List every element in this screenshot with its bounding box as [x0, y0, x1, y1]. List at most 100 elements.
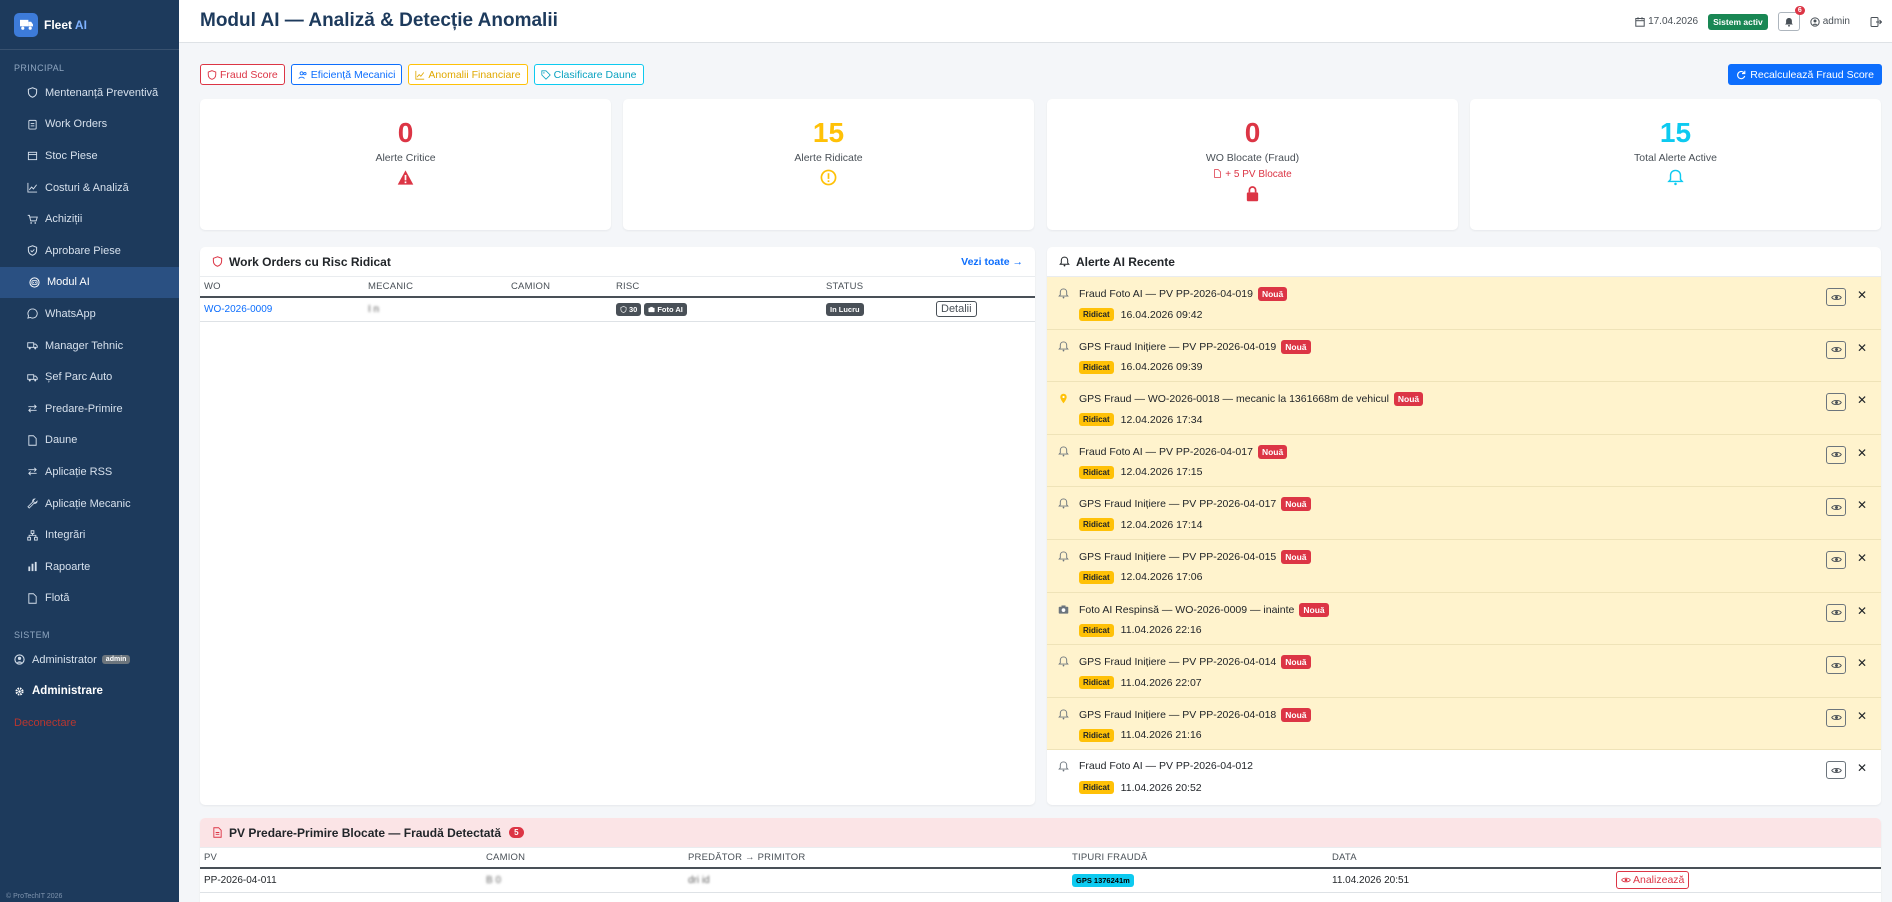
- sidebar-item-integrări[interactable]: Integrări: [0, 519, 179, 551]
- dismiss-alert-button[interactable]: ✕: [1857, 393, 1867, 407]
- dismiss-alert-button[interactable]: ✕: [1857, 604, 1867, 618]
- sidebar-item-administrare[interactable]: Administrare: [0, 676, 179, 708]
- whatsapp-icon: [27, 308, 38, 320]
- sidebar-item-label: Rapoarte: [45, 560, 91, 573]
- sidebar-item-whatsapp[interactable]: WhatsApp: [0, 298, 179, 330]
- robot-icon: [29, 277, 40, 288]
- table-row[interactable]: WO-2026-0009 I n 30 Foto AI In Lucru Deta…: [200, 297, 1035, 322]
- sidebar-item-flotă[interactable]: Flotă: [0, 583, 179, 615]
- alert-item[interactable]: Foto AI Respinsă — WO-2026-0009 — inaint…: [1047, 592, 1881, 646]
- sidebar-item-label: Manager Tehnic: [45, 339, 124, 352]
- alert-title-text: GPS Fraud Inițiere — PV PP-2026-04-017: [1079, 498, 1277, 511]
- eye-icon: [1830, 662, 1842, 668]
- sidebar-item-predare-primire[interactable]: Predare-Primire: [0, 393, 179, 425]
- alert-title-text: GPS Fraud Inițiere — PV PP-2026-04-018: [1079, 708, 1277, 721]
- stat-icon: [1470, 169, 1881, 189]
- alert-item[interactable]: GPS Fraud Inițiere — PV PP-2026-04-014 No…: [1047, 645, 1881, 698]
- dismiss-alert-button[interactable]: ✕: [1857, 709, 1867, 723]
- alert-type-icon: [1058, 709, 1069, 723]
- user-circle-icon: [1810, 16, 1820, 27]
- alert-item[interactable]: GPS Fraud Inițiere — PV PP-2026-04-018 No…: [1047, 697, 1881, 751]
- alert-item[interactable]: GPS Fraud Inițiere — PV PP-2026-04-015 No…: [1047, 539, 1881, 593]
- camion-cell: [507, 297, 612, 322]
- alert-meta: Ridicat 12.04.2026 17:06: [1079, 570, 1202, 584]
- bell-icon: [1058, 709, 1069, 720]
- sidebar-item-label: Șef Parc Auto: [45, 371, 113, 384]
- sidebar-item-aplicație-rss[interactable]: Aplicație RSS: [0, 456, 179, 488]
- alert-item[interactable]: GPS Fraud Inițiere — PV PP-2026-04-019 No…: [1047, 329, 1881, 383]
- recalculate-label: Recalculează Fraud Score: [1750, 68, 1874, 81]
- view-alert-button[interactable]: [1826, 656, 1846, 675]
- alert-item[interactable]: GPS Fraud Inițiere — PV PP-2026-04-017 No…: [1047, 487, 1881, 540]
- view-alert-button[interactable]: [1826, 708, 1846, 727]
- view-alert-button[interactable]: [1826, 288, 1846, 306]
- tab-anomalii-financiare[interactable]: Anomalii Financiare: [408, 64, 528, 85]
- sidebar-item-label: Integrări: [45, 529, 86, 542]
- view-alert-button[interactable]: [1826, 603, 1846, 622]
- fraud-type-cell: GPS 1376241m: [1068, 868, 1328, 893]
- logout-button[interactable]: [1870, 16, 1882, 28]
- logout-link[interactable]: Deconectare: [0, 707, 179, 739]
- dismiss-alert-button[interactable]: ✕: [1857, 446, 1867, 460]
- brand[interactable]: Fleet AI: [0, 0, 179, 50]
- see-all-link[interactable]: Vezi toate →: [961, 256, 1023, 268]
- sidebar-item-administrator[interactable]: Administrator admin: [0, 644, 179, 676]
- tab-eficiență-mecanici[interactable]: Eficiență Mecanici: [290, 64, 403, 85]
- new-badge: Nouă: [1281, 339, 1311, 354]
- sidebar-item-mentenanță-preventivă[interactable]: Mentenanță Preventivă: [0, 77, 179, 109]
- recalculate-fraud-score-button[interactable]: Recalculează Fraud Score: [1728, 64, 1882, 85]
- details-button[interactable]: Detalii: [936, 301, 977, 318]
- analyze-button[interactable]: Analizează: [1616, 871, 1690, 890]
- view-alert-button[interactable]: [1826, 550, 1846, 569]
- tab-fraud-score[interactable]: Fraud Score: [200, 64, 285, 85]
- wo-cell[interactable]: WO-2026-0009: [200, 297, 364, 322]
- sidebar-item-șef-parc-auto[interactable]: Șef Parc Auto: [0, 361, 179, 393]
- sidebar-item-achiziții[interactable]: Achiziții: [0, 203, 179, 235]
- dismiss-alert-button[interactable]: ✕: [1857, 341, 1867, 355]
- bell-icon: [1058, 551, 1069, 562]
- alert-title: Fraud Foto AI — PV PP-2026-04-017 Nouă: [1079, 444, 1288, 459]
- alert-time: 11.04.2026 20:52: [1120, 781, 1202, 794]
- alert-time: 11.04.2026 21:16: [1120, 729, 1202, 742]
- dismiss-alert-button[interactable]: ✕: [1857, 656, 1867, 670]
- eye-icon: [1830, 767, 1842, 773]
- view-alert-button[interactable]: [1826, 393, 1846, 412]
- panel-title: Alerte AI Recente: [1076, 254, 1175, 269]
- tab-label: Anomalii Financiare: [428, 68, 521, 81]
- tag-icon: [541, 69, 551, 80]
- table-row[interactable]: PP-2026-04-011 B 0 dri id GPS 1376241m 1…: [200, 868, 1881, 893]
- dismiss-alert-button[interactable]: ✕: [1857, 288, 1867, 302]
- tab-clasificare-daune[interactable]: Clasificare Daune: [533, 64, 644, 85]
- dismiss-alert-button[interactable]: ✕: [1857, 498, 1867, 512]
- dismiss-alert-button[interactable]: ✕: [1857, 551, 1867, 565]
- sidebar-item-rapoarte[interactable]: Rapoarte: [0, 551, 179, 583]
- alert-item[interactable]: Fraud Foto AI — PV PP-2026-04-012 Ridica…: [1047, 750, 1881, 803]
- view-alert-button[interactable]: [1826, 498, 1846, 517]
- view-alert-button[interactable]: [1826, 445, 1846, 464]
- view-alert-button[interactable]: [1826, 761, 1846, 780]
- alert-item[interactable]: Fraud Foto AI — PV PP-2026-04-019 Nouă Ri…: [1047, 277, 1881, 330]
- sidebar-item-costuri-analiză[interactable]: Costuri & Analiză: [0, 172, 179, 204]
- alert-meta: Ridicat 11.04.2026 21:16: [1079, 728, 1202, 742]
- action-cell: Detalii: [932, 297, 1035, 322]
- sidebar-item-modul-ai[interactable]: Modul AI: [0, 266, 179, 299]
- alert-meta: Ridicat 11.04.2026 22:07: [1079, 676, 1202, 690]
- notifications-button[interactable]: 6: [1777, 6, 1805, 31]
- shield-icon: [207, 69, 217, 80]
- alert-item[interactable]: Fraud Foto AI — PV PP-2026-04-017 Nouă Ri…: [1047, 434, 1881, 488]
- dismiss-alert-button[interactable]: ✕: [1857, 761, 1867, 775]
- user-menu[interactable]: admin: [1810, 16, 1850, 27]
- sidebar-item-aprobare-piese[interactable]: Aprobare Piese: [0, 235, 179, 267]
- bell-icon: [1784, 17, 1793, 27]
- sidebar-item-work-orders[interactable]: Work Orders: [0, 109, 179, 141]
- alert-title-text: GPS Fraud Inițiere — PV PP-2026-04-014: [1079, 656, 1277, 669]
- sidebar-item-manager-tehnic[interactable]: Manager Tehnic: [0, 330, 179, 362]
- sidebar-item-stoc-piese[interactable]: Stoc Piese: [0, 140, 179, 172]
- date-cell: 11.04.2026 20:51: [1328, 868, 1612, 893]
- wo-link[interactable]: WO-2026-0009: [204, 304, 272, 315]
- alert-item[interactable]: GPS Fraud — WO-2026-0018 — mecanic la 13…: [1047, 382, 1881, 435]
- view-alert-button[interactable]: [1826, 340, 1846, 359]
- sidebar-item-aplicație-mecanic[interactable]: Aplicație Mecanic: [0, 488, 179, 520]
- sidebar-item-daune[interactable]: Daune: [0, 425, 179, 457]
- system-status-badge: Sistem activ: [1708, 13, 1768, 30]
